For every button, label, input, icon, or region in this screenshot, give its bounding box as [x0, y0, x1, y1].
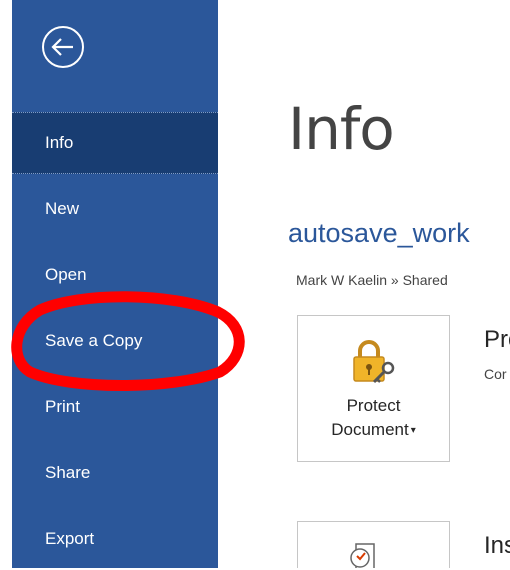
inspect-document-button[interactable] — [297, 521, 450, 568]
sidebar-item-open[interactable]: Open — [12, 244, 218, 306]
dropdown-caret-icon: ▾ — [410, 425, 416, 437]
info-pane: Info autosave_work Mark W Kaelin » Share… — [218, 0, 510, 568]
protect-label-line1: Protect — [346, 396, 401, 415]
sidebar-item-info[interactable]: Info — [12, 112, 218, 174]
inspect-document-icon — [350, 543, 375, 568]
sidebar-item-label: Share — [45, 463, 91, 482]
window-edge — [0, 0, 12, 568]
sidebar-item-label: Open — [45, 265, 87, 284]
document-name: autosave_work — [288, 218, 470, 248]
page-title: Info — [288, 95, 395, 163]
sidebar-item-label: Print — [45, 397, 80, 416]
backstage-sidebar: Info New Open Save a Copy Print Share Ex… — [12, 0, 218, 568]
sidebar-item-label: Info — [45, 133, 74, 152]
sidebar-item-label: Save a Copy — [45, 331, 143, 350]
sidebar-item-share[interactable]: Share — [12, 442, 218, 504]
protect-label-line2: Document ▾ — [298, 420, 449, 440]
sidebar-item-label: New — [45, 199, 80, 218]
protect-document-button[interactable]: Protect Document ▾ — [297, 315, 450, 462]
back-arrow-icon — [42, 26, 84, 68]
document-path[interactable]: Mark W Kaelin » Shared — [296, 272, 448, 288]
back-button[interactable] — [40, 24, 86, 70]
lock-key-icon — [353, 340, 395, 384]
protect-section-heading: Pro — [484, 326, 510, 353]
sidebar-item-label: Export — [45, 529, 95, 548]
sidebar-item-new[interactable]: New — [12, 178, 218, 240]
sidebar-item-export[interactable]: Export — [12, 508, 218, 570]
sidebar-item-print[interactable]: Print — [12, 376, 218, 438]
inspect-section-heading: Ins — [484, 532, 510, 559]
protect-section-description: Cor — [484, 366, 507, 382]
protect-label-text: Document — [331, 420, 409, 439]
sidebar-item-save-a-copy[interactable]: Save a Copy — [12, 310, 218, 372]
